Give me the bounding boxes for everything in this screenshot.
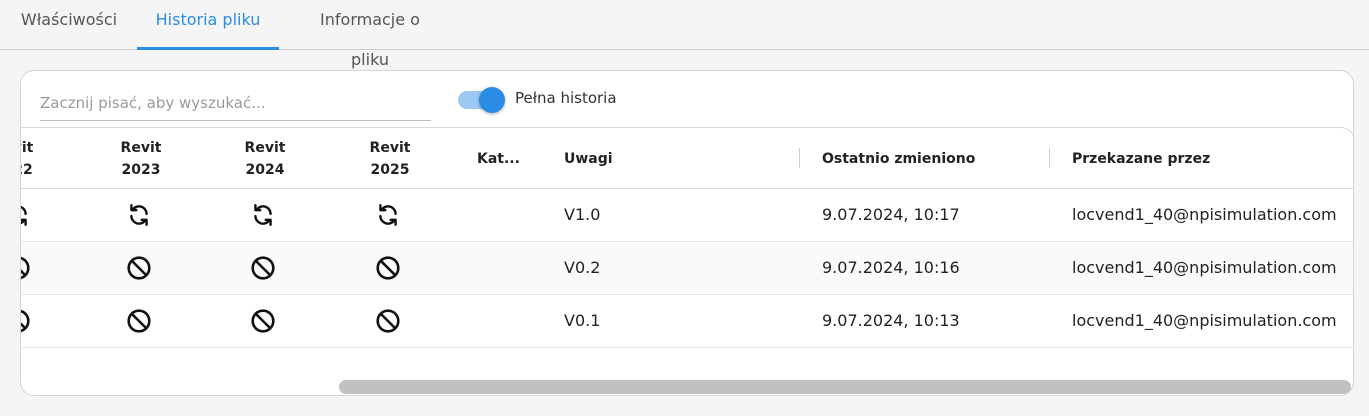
column-resize-handle[interactable] (1049, 148, 1050, 168)
header-revit-2024[interactable]: Revit 2024 (235, 137, 295, 181)
toggle-thumb (479, 87, 505, 113)
table-row[interactable]: V0.2 9.07.2024, 10:16 locvend1_40@npisim… (21, 242, 1353, 295)
refresh-icon (21, 202, 31, 228)
blocked-icon (375, 308, 401, 334)
blocked-icon (250, 308, 276, 334)
full-history-label: Pełna historia (515, 89, 617, 107)
history-table: vit 22 Revit 2023 Revit 2024 Revit 2025 … (21, 127, 1353, 395)
tab-file-history[interactable]: Historia pliku (137, 0, 279, 50)
header-revit-2022-line1: vit (21, 140, 34, 156)
header-revit-2023-line2: 2023 (121, 162, 161, 178)
header-revit-2025-line1: Revit (369, 140, 411, 156)
modified-cell: 9.07.2024, 10:13 (822, 311, 960, 330)
blocked-icon (375, 255, 401, 281)
notes-cell: V0.2 (564, 258, 601, 277)
blocked-icon (21, 255, 31, 281)
blocked-icon (21, 308, 31, 334)
modified-cell: 9.07.2024, 10:16 (822, 258, 960, 277)
table-row[interactable]: V0.1 9.07.2024, 10:13 locvend1_40@npisim… (21, 295, 1353, 348)
history-panel: Pełna historia vit 22 Revit 2023 Revit 2… (20, 70, 1354, 396)
submitted-by-cell: locvend1_40@npisimulation.com (1072, 311, 1337, 330)
header-revit-2024-line1: Revit (244, 140, 286, 156)
modified-cell: 9.07.2024, 10:17 (822, 205, 960, 224)
full-history-toggle[interactable] (458, 87, 508, 113)
tab-properties[interactable]: Właściwości (19, 0, 119, 50)
header-revit-2022[interactable]: vit 22 (21, 137, 53, 181)
header-notes[interactable]: Uwagi (564, 148, 613, 170)
header-last-modified[interactable]: Ostatnio zmieniono (822, 148, 975, 170)
blocked-icon (250, 255, 276, 281)
tab-file-info[interactable]: Informacje o pliku (299, 0, 441, 69)
table-header: vit 22 Revit 2023 Revit 2024 Revit 2025 … (21, 128, 1353, 189)
header-revit-2023-line1: Revit (120, 140, 162, 156)
header-category[interactable]: Kat... (477, 148, 520, 170)
header-submitted-by[interactable]: Przekazane przez (1072, 148, 1210, 170)
header-revit-2024-line2: 2024 (245, 162, 285, 178)
notes-cell: V1.0 (564, 205, 601, 224)
blocked-icon (126, 255, 152, 281)
refresh-icon (126, 202, 152, 228)
horizontal-scrollbar[interactable] (339, 380, 1351, 394)
submitted-by-cell: locvend1_40@npisimulation.com (1072, 205, 1337, 224)
notes-cell: V0.1 (564, 311, 601, 330)
header-revit-2025-line2: 2025 (370, 162, 410, 178)
search-input[interactable] (40, 85, 431, 120)
header-revit-2023[interactable]: Revit 2023 (111, 137, 171, 181)
search-field (40, 85, 431, 121)
column-resize-handle[interactable] (799, 148, 800, 168)
header-revit-2022-line2: 22 (21, 162, 33, 178)
header-revit-2025[interactable]: Revit 2025 (360, 137, 420, 181)
table-row[interactable]: V1.0 9.07.2024, 10:17 locvend1_40@npisim… (21, 189, 1353, 242)
blocked-icon (126, 308, 152, 334)
refresh-icon (375, 202, 401, 228)
refresh-icon (250, 202, 276, 228)
tab-bar: Właściwości Historia pliku Informacje o … (0, 0, 1369, 69)
submitted-by-cell: locvend1_40@npisimulation.com (1072, 258, 1337, 277)
